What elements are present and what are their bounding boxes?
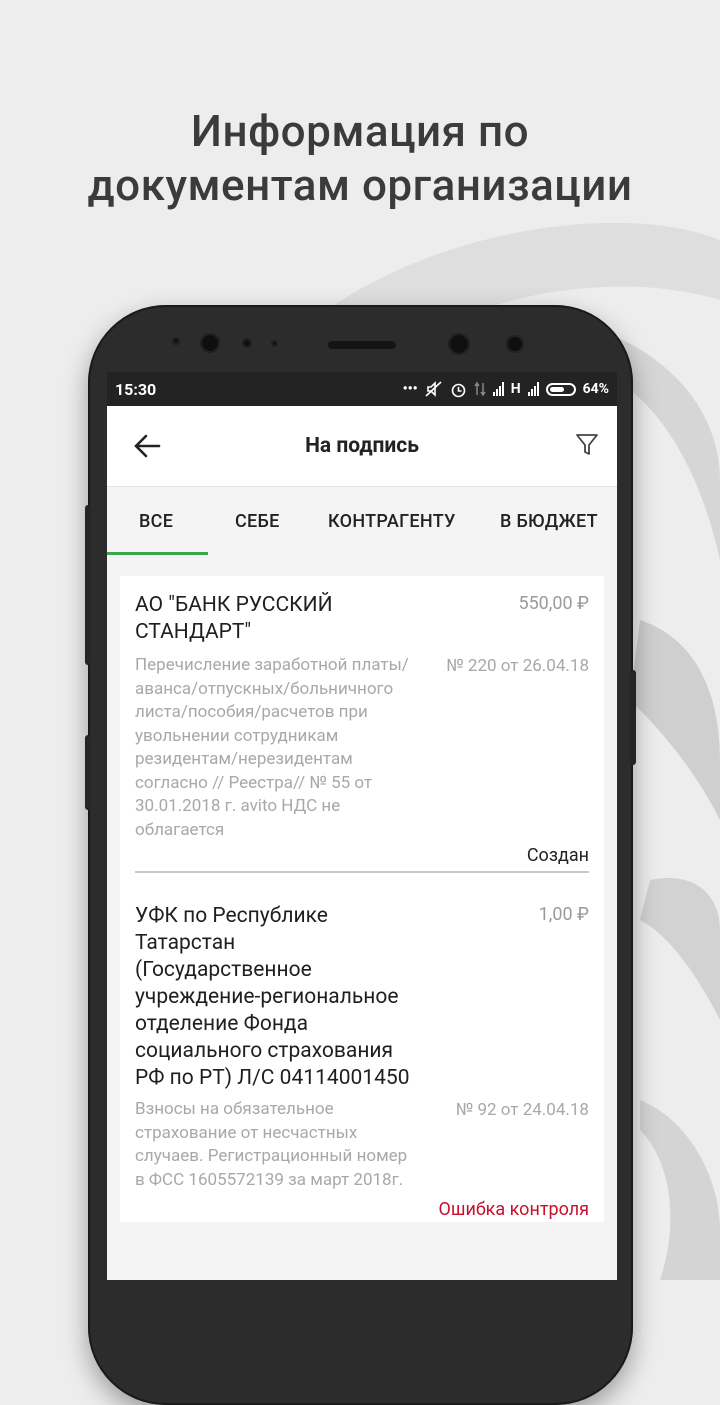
light-sensor-icon	[271, 340, 278, 347]
document-status: Создан	[526, 845, 589, 866]
active-tab-indicator	[107, 552, 208, 555]
tab-budget[interactable]: В БЮДЖЕТ	[500, 511, 598, 532]
filter-icon[interactable]	[575, 432, 599, 458]
battery-level: 64%	[582, 381, 609, 397]
status-time: 15:30	[115, 379, 157, 399]
phone-volume-button	[85, 505, 91, 665]
document-payee: АО "БАНК РУССКИЙ СТАНДАРТ"	[135, 593, 333, 644]
documents-list: АО "БАНК РУССКИЙ СТАНДАРТ" 550,00 ₽ Пере…	[120, 576, 604, 1222]
promo-headline: Информация по документам организации	[0, 104, 720, 212]
promo-headline-line2: документам организации	[87, 159, 633, 211]
back-arrow-icon[interactable]	[133, 432, 161, 460]
tab-bar: ВСЕ СЕБЕ КОНТРАГЕНТУ В БЮДЖЕТ	[107, 486, 617, 555]
battery-icon	[545, 382, 576, 396]
document-amount: 1,00 ₽	[538, 904, 589, 925]
document-amount: 550,00 ₽	[518, 593, 589, 614]
document-number: № 92 от 24.04.18	[455, 1100, 589, 1120]
more-notifications-icon: •••	[402, 381, 418, 397]
status-bar: 15:30 ••• H 64%	[107, 372, 617, 406]
alarm-icon	[451, 383, 465, 397]
document-card[interactable]: АО "БАНК РУССКИЙ СТАНДАРТ" 550,00 ₽ Пере…	[120, 576, 604, 873]
network-type: H	[510, 381, 521, 397]
proximity-sensor-icon	[242, 338, 252, 348]
data-transfer-icon	[474, 381, 486, 397]
document-number: № 220 от 26.04.18	[446, 656, 589, 676]
phone-power-button	[630, 670, 636, 765]
document-card[interactable]: УФК по Республике Татарстан (Государстве…	[120, 873, 604, 1222]
document-status: Ошибка контроля	[438, 1199, 590, 1220]
app-bar: На подпись	[107, 406, 617, 486]
screen-title: На подпись	[305, 434, 419, 458]
phone-bixby-button	[85, 735, 91, 810]
front-sensor-icon	[172, 337, 180, 345]
document-payee: УФК по Республике Татарстан (Государстве…	[135, 904, 410, 1090]
signal-strength-2-icon	[527, 382, 539, 396]
document-purpose: Взносы на обязательное страхование от не…	[135, 1099, 408, 1190]
tab-all[interactable]: ВСЕ	[139, 511, 173, 532]
earpiece-speaker	[328, 341, 396, 349]
document-purpose: Перечисление заработной платы/аванса/отп…	[135, 655, 409, 840]
front-camera-icon	[200, 333, 220, 353]
promo-headline-line1: Информация по	[190, 105, 530, 157]
signal-strength-icon	[492, 382, 504, 396]
tab-counterparty[interactable]: КОНТРАГЕНТУ	[328, 511, 456, 532]
phone-screen: 15:30 ••• H 64% На подпись ВСЕ СЕБЕ КОНТ…	[107, 372, 617, 1280]
iris-camera-icon	[448, 333, 470, 355]
secondary-camera-icon	[506, 335, 524, 353]
status-icons: ••• H 64%	[403, 381, 609, 398]
mute-icon	[425, 381, 442, 397]
tab-self[interactable]: СЕБЕ	[235, 511, 280, 532]
